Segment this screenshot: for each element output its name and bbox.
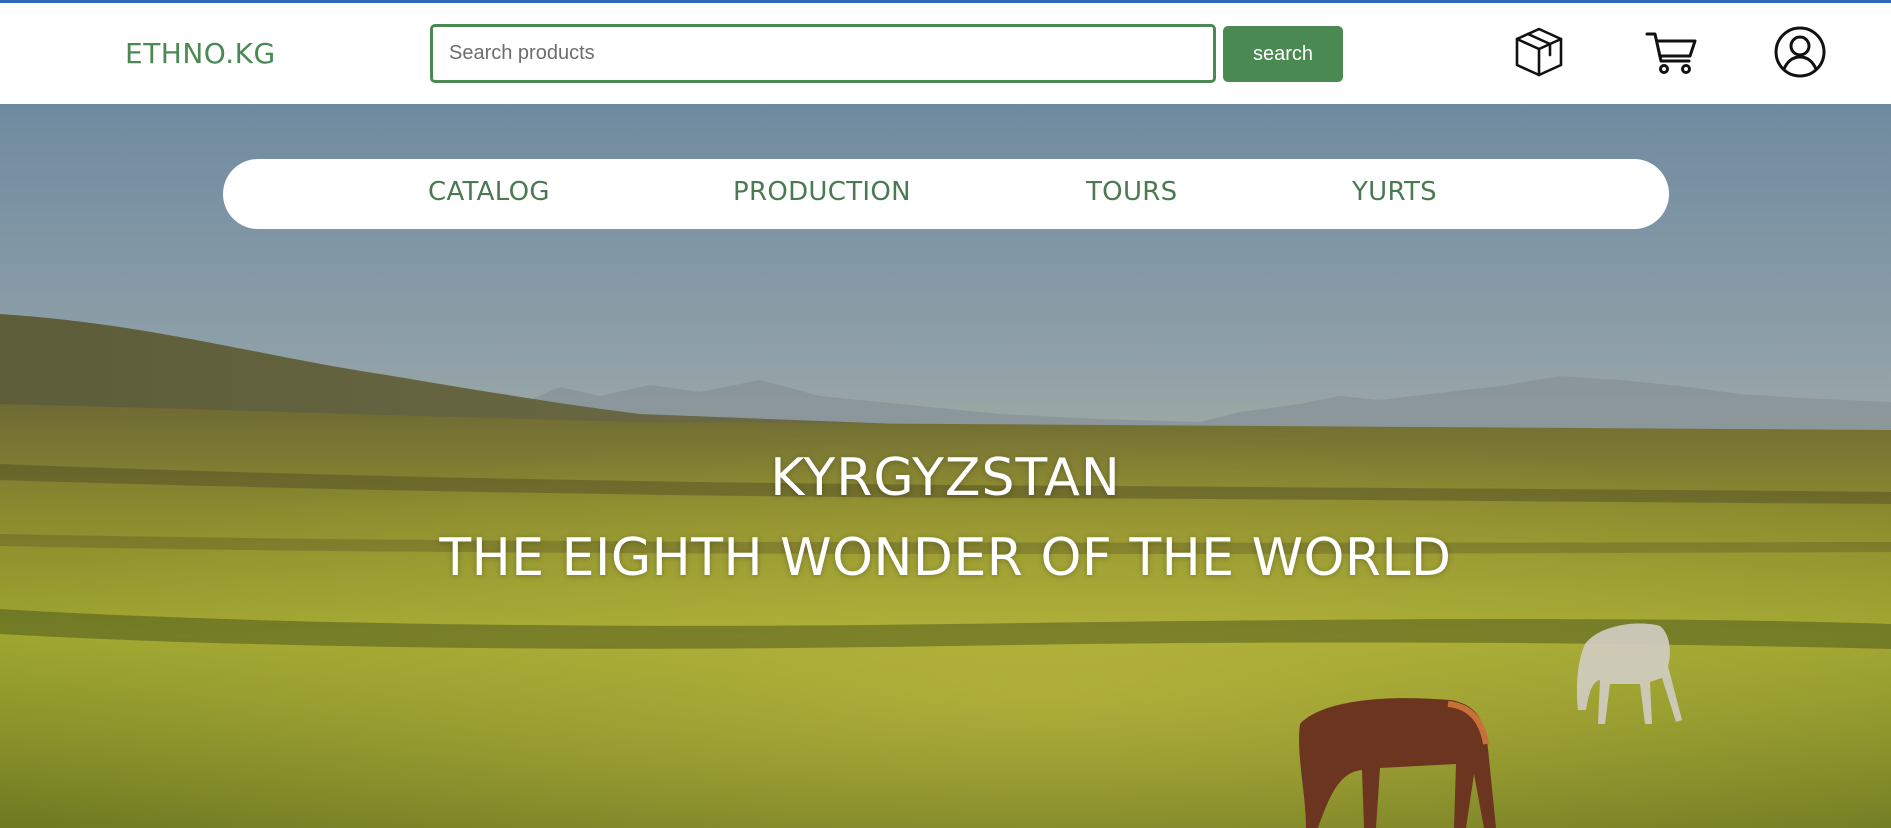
hero-subtitle: THE EIGHTH WONDER OF THE WORLD — [439, 528, 1452, 588]
nav-item-tours[interactable]: TOURS — [1086, 177, 1177, 207]
nav-item-production[interactable]: PRODUCTION — [733, 177, 911, 207]
search-input[interactable] — [430, 24, 1216, 83]
hero-banner: CATALOG PRODUCTION TOURS YURTS KYRGYZSTA… — [0, 104, 1891, 828]
site-logo[interactable]: ETHNO.KG — [125, 37, 276, 70]
account-button[interactable] — [1773, 25, 1827, 79]
site-header: ETHNO.KG search — [0, 3, 1891, 104]
package-icon — [1515, 27, 1563, 77]
user-account-icon — [1774, 26, 1826, 78]
hero-title: KYRGYZSTAN — [770, 448, 1121, 508]
cart-button[interactable] — [1644, 25, 1698, 79]
cart-icon — [1645, 32, 1697, 74]
orders-button[interactable] — [1512, 25, 1566, 79]
main-navigation: CATALOG PRODUCTION TOURS YURTS — [223, 159, 1669, 229]
search-button[interactable]: search — [1223, 26, 1343, 82]
nav-item-catalog[interactable]: CATALOG — [428, 177, 550, 207]
nav-item-yurts[interactable]: YURTS — [1352, 177, 1437, 207]
